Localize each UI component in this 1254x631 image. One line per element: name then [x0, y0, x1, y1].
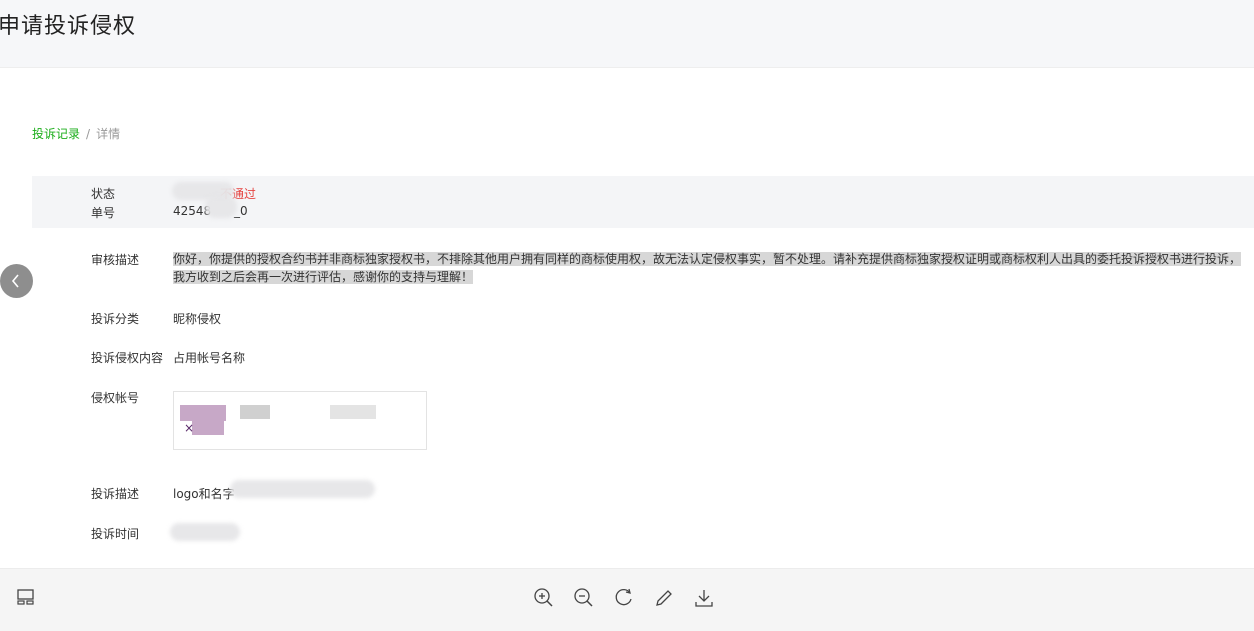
image-toolbar	[0, 568, 1254, 631]
order-label: 单号	[91, 206, 116, 220]
account-label: 侵权帐号	[91, 391, 140, 405]
account-name-redacted	[240, 405, 270, 419]
account-close-icon[interactable]: ×	[184, 421, 194, 435]
review-text: 你好，你提供的授权合约书并非商标独家授权书，不排除其他用户拥有同样的商标使用权，…	[173, 252, 1242, 284]
rotate-icon	[615, 588, 632, 606]
complaint-desc-label: 投诉描述	[91, 487, 140, 501]
page-title: 申请投诉侵权	[0, 14, 137, 39]
thumbnail-button[interactable]	[16, 587, 38, 609]
account-avatar	[180, 405, 226, 421]
order-redacted	[205, 196, 237, 218]
review-label: 审核描述	[91, 253, 140, 267]
content-label: 投诉侵权内容	[91, 351, 164, 365]
account-card[interactable]: ×	[173, 391, 427, 450]
rotate-button[interactable]	[613, 587, 635, 609]
zoom-in-button[interactable]	[533, 587, 555, 609]
time-redacted	[170, 523, 240, 541]
complaint-desc-value: logo和名字	[173, 487, 235, 501]
chevron-left-icon	[11, 274, 19, 288]
download-icon	[695, 590, 713, 607]
download-button[interactable]	[693, 587, 715, 609]
complaint-desc-redacted	[230, 480, 375, 498]
status-label: 状态	[91, 187, 116, 201]
thumbnail-icon	[17, 589, 34, 605]
zoom-out-button[interactable]	[573, 587, 595, 609]
account-id-redacted	[330, 405, 376, 419]
edit-icon	[656, 590, 672, 606]
page-header: 申请投诉侵权	[0, 0, 1254, 68]
breadcrumb-current: 详情	[96, 127, 121, 141]
category-value: 昵称侵权	[173, 312, 222, 326]
breadcrumb-link-records[interactable]: 投诉记录	[32, 127, 80, 141]
zoom-in-icon	[534, 588, 553, 607]
breadcrumb: 投诉记录 / 详情	[32, 125, 120, 142]
edit-button[interactable]	[653, 587, 675, 609]
zoom-out-icon	[574, 588, 593, 607]
previous-button[interactable]	[0, 264, 33, 298]
account-logo	[192, 421, 224, 435]
category-label: 投诉分类	[91, 312, 140, 326]
content-value: 占用帐号名称	[173, 351, 246, 365]
breadcrumb-separator: /	[86, 127, 91, 141]
time-label: 投诉时间	[91, 527, 140, 541]
